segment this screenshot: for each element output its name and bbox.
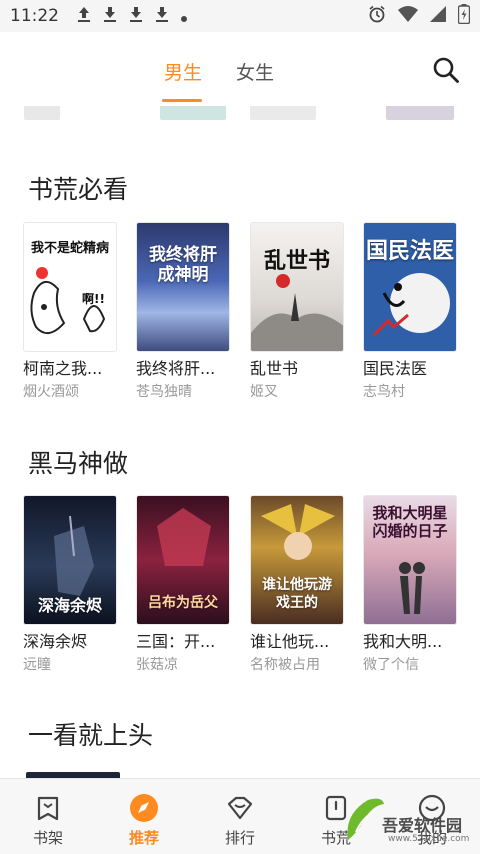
tab-active-indicator bbox=[162, 99, 202, 102]
book-card[interactable]: 深海余烬 深海余烬 远瞳 bbox=[23, 495, 117, 674]
book-cover: 我不是蛇精病 啊!! bbox=[23, 222, 117, 352]
prev-row-cover bbox=[24, 106, 60, 120]
nav-bookshelf[interactable]: 书架 bbox=[18, 793, 78, 848]
book-card[interactable]: 谁让他玩游戏王的 谁让他玩... 名称被占用 bbox=[250, 495, 344, 674]
book-title: 深海余烬 bbox=[23, 632, 88, 651]
book-author: 志鸟村 bbox=[363, 384, 405, 400]
signal-icon bbox=[430, 5, 446, 27]
tab-female[interactable]: 女生 bbox=[236, 58, 274, 85]
book-title: 我和大明... bbox=[363, 632, 443, 651]
book-cover: 我和大明星闪婚的日子 bbox=[363, 495, 457, 625]
svg-text:啊!!: 啊!! bbox=[82, 291, 105, 306]
upload-icon bbox=[77, 6, 91, 26]
wifi-icon bbox=[398, 5, 418, 27]
cover-text: 谁让他玩游戏王的 bbox=[262, 577, 332, 611]
top-nav: 男生 女生 bbox=[0, 32, 480, 106]
dot-icon bbox=[181, 7, 187, 26]
book-card[interactable]: 乱世书 乱世书 姬叉 bbox=[250, 222, 344, 401]
cover-text: 我终将肝成神明 bbox=[149, 245, 217, 285]
book-card[interactable]: 我不是蛇精病 啊!! 柯南之我... 烟火酒颂 bbox=[23, 222, 117, 401]
nav-ranking[interactable]: 排行 bbox=[210, 793, 270, 848]
download-icon bbox=[103, 6, 117, 26]
book-title: 谁让他玩... bbox=[250, 632, 330, 651]
book-author: 微了个信 bbox=[363, 657, 419, 673]
cover-text: 吕布为岳父 bbox=[148, 595, 218, 611]
book-cover: 深海余烬 bbox=[23, 495, 117, 625]
book-cover: 乱世书 bbox=[250, 222, 344, 352]
book-title: 乱世书 bbox=[250, 359, 299, 378]
book-cover: 谁让他玩游戏王的 bbox=[250, 495, 344, 625]
book-author: 烟火酒颂 bbox=[23, 384, 79, 400]
nav-label: 排行 bbox=[224, 829, 255, 847]
book-card[interactable]: 国民法医 国民法医 志鸟村 bbox=[363, 222, 457, 401]
cover-text: 深海余烬 bbox=[37, 596, 102, 615]
book-title: 国民法医 bbox=[363, 359, 428, 378]
watermark-logo-icon bbox=[347, 798, 384, 840]
bookshelf-icon bbox=[33, 793, 63, 823]
ranking-icon bbox=[225, 793, 255, 823]
book-title: 三国：开... bbox=[136, 632, 216, 651]
watermark-url: www.52zixue.com bbox=[388, 834, 470, 844]
battery-icon bbox=[457, 3, 471, 29]
prev-row-cover bbox=[250, 106, 316, 120]
book-cover: 吕布为岳父 bbox=[136, 495, 230, 625]
search-icon[interactable] bbox=[432, 56, 460, 84]
download-icon bbox=[155, 6, 169, 26]
recommend-feed[interactable]: 书荒必看 我不是蛇精病 啊!! 柯南之我... 烟火酒颂 我终将肝成神明 我终将… bbox=[0, 106, 480, 778]
nav-recommend[interactable]: 推荐 bbox=[114, 793, 174, 848]
book-author: 名称被占用 bbox=[250, 657, 320, 673]
nav-label: 推荐 bbox=[128, 829, 159, 847]
book-cover: 我终将肝成神明 bbox=[136, 222, 230, 352]
tab-male[interactable]: 男生 bbox=[164, 58, 202, 85]
book-author: 姬叉 bbox=[250, 384, 278, 400]
compass-icon bbox=[129, 793, 159, 823]
book-card[interactable]: 我和大明星闪婚的日子 我和大明... 微了个信 bbox=[363, 495, 457, 674]
watermark: 吾爱软件园 www.52zixue.com bbox=[342, 788, 472, 848]
book-card[interactable]: 吕布为岳父 三国：开... 张菇凉 bbox=[136, 495, 230, 674]
watermark-text: 吾爱软件园 bbox=[382, 816, 463, 835]
bottom-nav: 书架 推荐 排行 书荒 我的 吾爱软件园 www.52zixue.com bbox=[0, 778, 480, 854]
book-cover: 国民法医 bbox=[363, 222, 457, 352]
section-title-addictive: 一看就上头 bbox=[28, 721, 154, 750]
book-title: 我终将肝... bbox=[136, 359, 216, 378]
book-author: 远瞳 bbox=[23, 657, 51, 673]
status-bar: 11:22 bbox=[0, 0, 480, 32]
download-icon bbox=[129, 6, 143, 26]
prev-row-cover bbox=[160, 106, 226, 120]
nav-label: 书架 bbox=[32, 829, 63, 847]
book-title: 柯南之我... bbox=[23, 359, 103, 378]
book-author: 张菇凉 bbox=[136, 657, 178, 673]
section-title-dark-horse: 黑马神做 bbox=[28, 449, 129, 478]
alarm-icon bbox=[368, 5, 386, 28]
book-card[interactable]: 我终将肝成神明 我终将肝... 苍鸟独晴 bbox=[136, 222, 230, 401]
book-author: 苍鸟独晴 bbox=[136, 384, 192, 400]
status-time: 11:22 bbox=[10, 6, 59, 26]
section-title-book-shortage: 书荒必看 bbox=[28, 175, 129, 204]
prev-row-cover bbox=[386, 106, 454, 120]
